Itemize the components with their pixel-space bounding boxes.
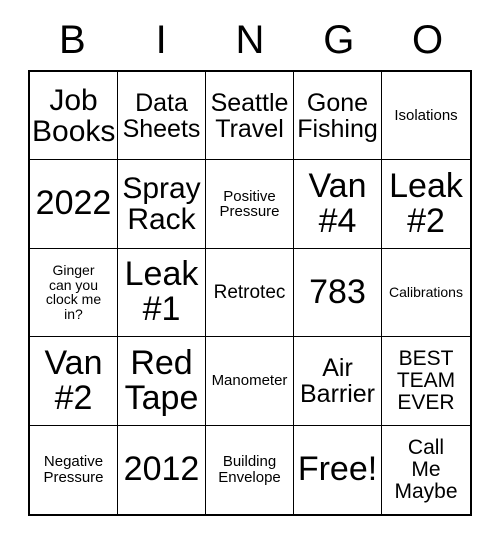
bingo-cell-label: Van #4 xyxy=(308,166,367,241)
bingo-cell[interactable]: Ginger can you clock me in? xyxy=(30,248,118,338)
bingo-grid: Job Books Data Sheets Seattle Travel Gon… xyxy=(28,70,472,516)
header-letter-n: N xyxy=(235,18,265,62)
bingo-cell[interactable]: Van #2 xyxy=(30,337,118,426)
bingo-cell[interactable]: Free! xyxy=(294,425,382,514)
bingo-cell-label: Red Tape xyxy=(124,343,199,417)
bingo-cell[interactable]: Van #4 xyxy=(294,160,382,249)
bingo-cell[interactable]: 2022 xyxy=(30,160,118,249)
bingo-cell[interactable]: Leak #1 xyxy=(118,248,206,338)
bingo-cell-label: Building Envelope xyxy=(218,453,281,486)
bingo-cell[interactable]: Building Envelope xyxy=(206,425,294,514)
bingo-cell-label: Leak #2 xyxy=(389,166,463,241)
bingo-cell[interactable]: Isolations xyxy=(382,72,470,161)
bingo-cell[interactable]: 783 xyxy=(294,248,382,338)
bingo-cell-label: Seattle Travel xyxy=(210,88,289,143)
bingo-cell-label: Leak #1 xyxy=(124,255,199,329)
bingo-cell[interactable]: Call Me Maybe xyxy=(382,425,470,514)
bingo-cell[interactable]: Manometer xyxy=(206,337,294,426)
bingo-cell[interactable]: Seattle Travel xyxy=(206,72,294,161)
bingo-cell[interactable]: Gone Fishing xyxy=(294,72,382,161)
bingo-cell[interactable]: Spray Rack xyxy=(118,160,206,249)
bingo-cell[interactable]: BEST TEAM EVER xyxy=(382,337,470,426)
bingo-cell-label: Positive Pressure xyxy=(219,187,280,221)
bingo-cell[interactable]: Negative Pressure xyxy=(30,425,118,514)
bingo-cell[interactable]: Red Tape xyxy=(118,337,206,426)
bingo-cell-label: Spray Rack xyxy=(122,171,201,237)
bingo-cell[interactable]: Leak #2 xyxy=(382,160,470,249)
header-letter-g: G xyxy=(323,18,355,62)
bingo-cell-label: Retrotec xyxy=(213,281,286,303)
bingo-cell-label: 2022 xyxy=(35,184,112,223)
bingo-cell[interactable]: Positive Pressure xyxy=(206,160,294,249)
bingo-cell-label: Isolations xyxy=(394,106,458,124)
bingo-cell-label: Negative Pressure xyxy=(43,453,104,486)
bingo-cell-label: Free! xyxy=(297,450,378,489)
header-letter-o: O xyxy=(412,18,444,62)
bingo-header-row: B I N G O xyxy=(28,14,472,66)
header-letter-b: B xyxy=(59,18,86,62)
bingo-cell-label: Ginger can you clock me in? xyxy=(45,262,102,323)
bingo-cell[interactable]: 2012 xyxy=(118,425,206,514)
bingo-cell[interactable]: Calibrations xyxy=(382,248,470,338)
bingo-cell[interactable]: Job Books xyxy=(30,72,118,161)
bingo-cell-label: Van #2 xyxy=(44,343,103,417)
bingo-cell-label: Data Sheets xyxy=(122,88,201,143)
bingo-cell-label: Air Barrier xyxy=(299,353,375,408)
header-letter-i: I xyxy=(155,18,167,62)
bingo-cell[interactable]: Data Sheets xyxy=(118,72,206,161)
bingo-cell-label: Calibrations xyxy=(389,284,463,301)
bingo-card: B I N G O Job Books Data Sheets Seattle … xyxy=(0,0,500,544)
bingo-cell-label: BEST TEAM EVER xyxy=(396,347,456,414)
bingo-cell[interactable]: Air Barrier xyxy=(294,337,382,426)
bingo-cell-label: Call Me Maybe xyxy=(394,436,458,503)
bingo-cell-label: Manometer xyxy=(211,372,288,390)
bingo-cell-label: 783 xyxy=(309,272,366,311)
bingo-cell-label: Job Books xyxy=(32,83,116,148)
bingo-cell-label: Gone Fishing xyxy=(297,88,378,143)
bingo-cell-label: 2012 xyxy=(123,450,200,489)
bingo-cell[interactable]: Retrotec xyxy=(206,248,294,338)
